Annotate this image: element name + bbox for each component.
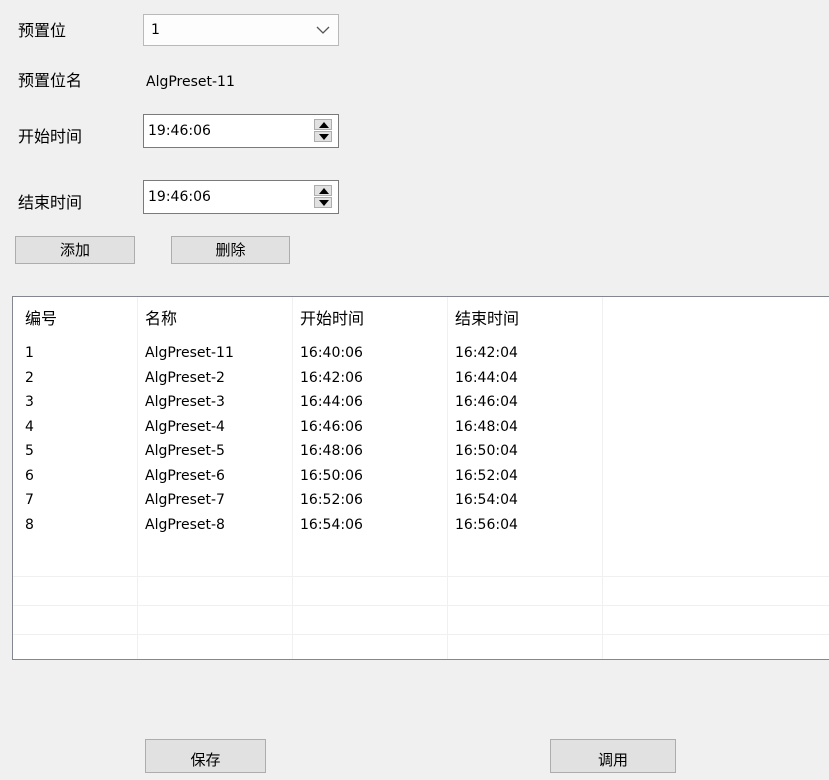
start-time-label: 开始时间: [18, 127, 83, 146]
cell-number[interactable]: 8: [25, 516, 34, 534]
cell-name[interactable]: AlgPreset-2: [145, 369, 225, 387]
cell-name[interactable]: AlgPreset-3: [145, 393, 225, 411]
end-time-label: 结束时间: [18, 193, 83, 212]
delete-button[interactable]: 删除: [171, 236, 290, 264]
cell-name[interactable]: AlgPreset-8: [145, 516, 225, 534]
cell-end-time[interactable]: 16:52:04: [455, 467, 518, 485]
cell-number[interactable]: 1: [25, 344, 34, 362]
start-time-edit[interactable]: 19:46:06: [143, 114, 339, 148]
cell-number[interactable]: 3: [25, 393, 34, 411]
cell-start-time[interactable]: 16:46:06: [300, 418, 363, 436]
cell-end-time[interactable]: 16:42:04: [455, 344, 518, 362]
end-time-value: 19:46:06: [148, 189, 211, 205]
cell-start-time[interactable]: 16:52:06: [300, 491, 363, 509]
cell-number[interactable]: 5: [25, 442, 34, 460]
cell-number[interactable]: 2: [25, 369, 34, 387]
column-header-name[interactable]: 名称: [145, 309, 177, 329]
preset-select[interactable]: 1: [143, 14, 339, 46]
cell-start-time[interactable]: 16:44:06: [300, 393, 363, 411]
cell-end-time[interactable]: 16:44:04: [455, 369, 518, 387]
column-header-end-time[interactable]: 结束时间: [455, 309, 519, 329]
invoke-button[interactable]: 调用: [550, 739, 676, 773]
cell-number[interactable]: 4: [25, 418, 34, 436]
row-divider: [13, 576, 829, 577]
cell-start-time[interactable]: 16:48:06: [300, 442, 363, 460]
end-time-edit[interactable]: 19:46:06: [143, 180, 339, 214]
cell-name[interactable]: AlgPreset-11: [145, 344, 234, 362]
cell-start-time[interactable]: 16:50:06: [300, 467, 363, 485]
end-time-spinner[interactable]: [314, 185, 334, 209]
column-header-start-time[interactable]: 开始时间: [300, 309, 364, 329]
add-button[interactable]: 添加: [15, 236, 135, 264]
cell-name[interactable]: AlgPreset-4: [145, 418, 225, 436]
start-time-spinner[interactable]: [314, 119, 334, 143]
row-divider: [13, 605, 829, 606]
cell-number[interactable]: 7: [25, 491, 34, 509]
preset-name-value: AlgPreset-11: [146, 74, 235, 90]
cell-start-time[interactable]: 16:42:06: [300, 369, 363, 387]
preset-table[interactable]: 编号 名称 开始时间 结束时间 1 AlgPreset-11 16:40:06 16:…: [12, 296, 829, 660]
cell-end-time[interactable]: 16:54:04: [455, 491, 518, 509]
cell-start-time[interactable]: 16:40:06: [300, 344, 363, 362]
spin-up-icon[interactable]: [314, 119, 332, 130]
preset-label: 预置位: [18, 21, 67, 40]
save-button[interactable]: 保存: [145, 739, 266, 773]
cell-name[interactable]: AlgPreset-5: [145, 442, 225, 460]
cell-end-time[interactable]: 16:50:04: [455, 442, 518, 460]
column-header-number[interactable]: 编号: [25, 309, 57, 329]
cell-number[interactable]: 6: [25, 467, 34, 485]
spin-up-icon[interactable]: [314, 185, 332, 196]
preset-name-label: 预置位名: [18, 71, 83, 90]
chevron-down-icon: [316, 26, 330, 34]
preset-select-value: 1: [151, 22, 160, 38]
cell-name[interactable]: AlgPreset-7: [145, 491, 225, 509]
cell-end-time[interactable]: 16:56:04: [455, 516, 518, 534]
row-divider: [13, 634, 829, 635]
cell-start-time[interactable]: 16:54:06: [300, 516, 363, 534]
cell-end-time[interactable]: 16:46:04: [455, 393, 518, 411]
spin-down-icon[interactable]: [314, 131, 332, 142]
start-time-value: 19:46:06: [148, 123, 211, 139]
cell-name[interactable]: AlgPreset-6: [145, 467, 225, 485]
spin-down-icon[interactable]: [314, 197, 332, 208]
cell-end-time[interactable]: 16:48:04: [455, 418, 518, 436]
